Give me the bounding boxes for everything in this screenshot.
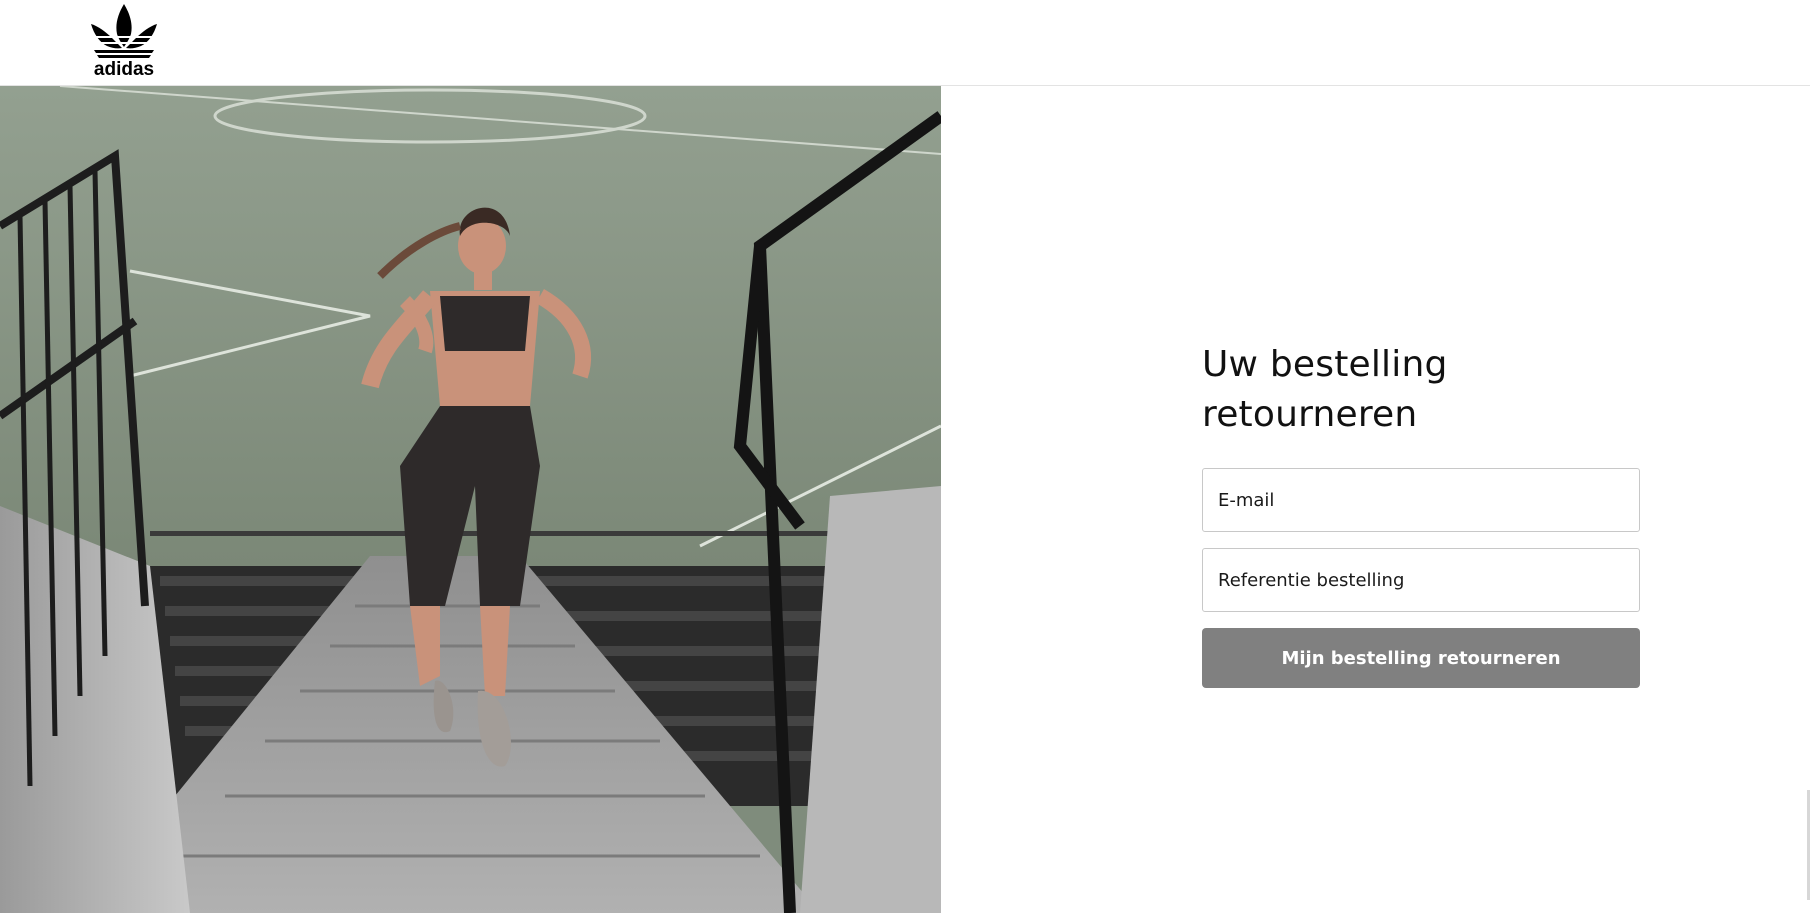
return-order-button[interactable]: Mijn bestelling retourneren — [1202, 628, 1640, 688]
return-form-panel: Uw bestelling retourneren Mijn bestellin… — [941, 86, 1810, 913]
adidas-logo[interactable]: adidas — [86, 4, 162, 78]
order-reference-field[interactable] — [1203, 549, 1639, 611]
logo-wordmark: adidas — [94, 59, 154, 78]
email-field[interactable] — [1203, 469, 1639, 531]
order-reference-field-wrapper — [1202, 548, 1640, 612]
email-field-wrapper — [1202, 468, 1640, 532]
hero-image — [0, 86, 941, 913]
top-header: adidas — [0, 0, 1810, 86]
runner-photo — [0, 86, 941, 913]
page-title: Uw bestelling retourneren — [1202, 344, 1448, 435]
adidas-trefoil-icon: adidas — [88, 4, 160, 78]
